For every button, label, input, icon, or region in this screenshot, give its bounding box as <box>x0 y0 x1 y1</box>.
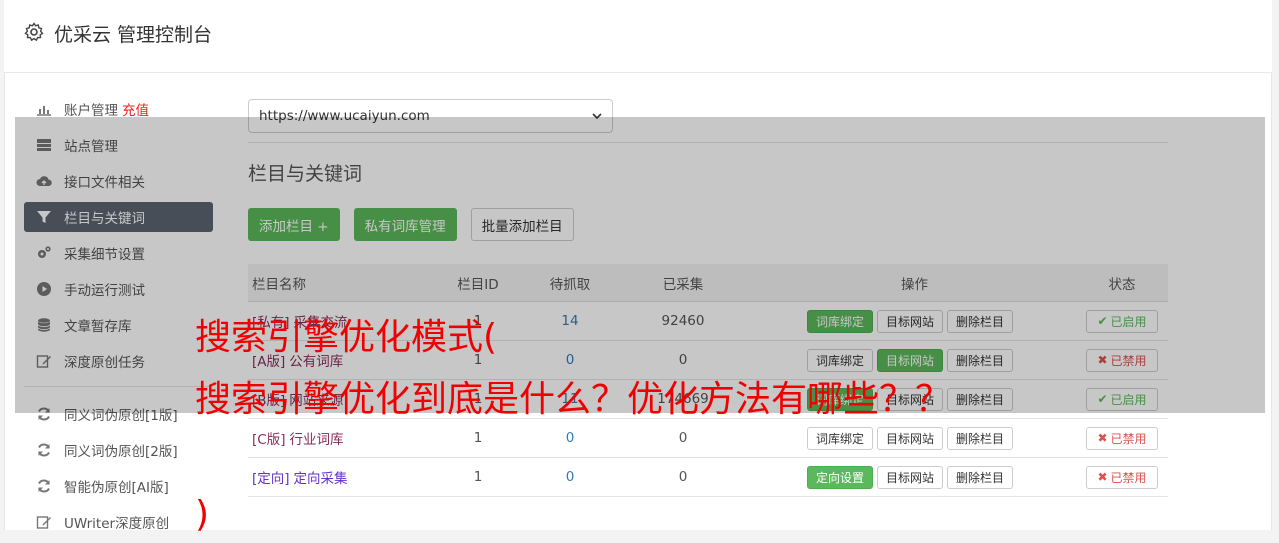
status-label: 已禁用 <box>1110 431 1147 446</box>
row-pending[interactable]: 0 <box>530 458 610 496</box>
row-collected: 0 <box>678 469 688 485</box>
recharge-link[interactable]: 充值 <box>122 99 149 119</box>
overlay-headline-line2: 搜索引擎优化到底是什么？优化方法有哪些？？ <box>195 379 952 420</box>
row-id: 1 <box>473 430 483 446</box>
target-site-button[interactable]: 目标网站 <box>877 465 944 489</box>
lexicon-bind-button[interactable]: 词库绑定 <box>807 426 874 450</box>
status-toggle[interactable]: ✖ 已禁用 <box>1086 426 1158 450</box>
edit-icon <box>36 514 52 530</box>
sidebar-item-label: 智能伪原创[AI版] <box>64 480 169 496</box>
cross-icon: ✖ <box>1097 470 1108 484</box>
sidebar-item-label: 同义词伪原创[2版] <box>64 444 178 460</box>
row-actions: 词库绑定 目标网站 删除栏目 <box>807 419 1022 457</box>
table-row: [C版] 行业词库 1 0 0 词库绑定 目标网站 删除栏目 ✖ 已禁用 <box>248 419 1168 458</box>
row-status-cell: ✖ 已禁用 <box>1084 419 1160 457</box>
sidebar-item-uwriter[interactable]: UWriter深度原创 <box>24 507 213 537</box>
table-row: [定向] 定向采集 1 0 0 定向设置 目标网站 删除栏目 ✖ 已禁用 <box>248 458 1168 497</box>
row-status-cell: ✖ 已禁用 <box>1084 458 1160 496</box>
status-toggle[interactable]: ✖ 已禁用 <box>1086 465 1158 489</box>
refresh-icon <box>36 478 52 494</box>
app-header: 优采云 管理控制台 <box>4 0 1272 73</box>
row-name: 行业词库 <box>289 432 344 448</box>
bar-chart-icon <box>36 101 52 117</box>
cross-icon: ✖ <box>1097 431 1108 445</box>
sidebar-item-ai-rewrite[interactable]: 智能伪原创[AI版] <box>24 471 213 501</box>
delete-column-button[interactable]: 删除栏目 <box>947 465 1014 489</box>
row-collected: 0 <box>678 430 688 446</box>
dim-overlay <box>15 117 1265 413</box>
refresh-icon <box>36 442 52 458</box>
target-site-button[interactable]: 目标网站 <box>877 426 944 450</box>
delete-column-button[interactable]: 删除栏目 <box>947 426 1014 450</box>
overlay-headline-line3: ) <box>195 494 210 535</box>
row-tag: [C版] <box>252 432 286 448</box>
overlay-headline-line1: 搜索引擎优化模式( <box>195 317 498 358</box>
sidebar-item-label: UWriter深度原创 <box>64 516 170 532</box>
sidebar-item-label: 账户管理 <box>64 103 118 119</box>
status-label: 已禁用 <box>1110 470 1147 485</box>
row-name-cell[interactable]: [定向] 定向采集 <box>252 458 348 496</box>
sidebar-item-synonym-v2[interactable]: 同义词伪原创[2版] <box>24 435 213 465</box>
row-tag: [定向] <box>252 471 290 487</box>
app-title: 优采云 管理控制台 <box>54 24 213 46</box>
row-id: 1 <box>473 469 483 485</box>
directed-settings-button[interactable]: 定向设置 <box>807 465 874 489</box>
row-pending[interactable]: 0 <box>530 419 610 457</box>
gear-icon <box>24 22 44 42</box>
row-name-cell[interactable]: [C版] 行业词库 <box>252 419 343 457</box>
row-actions: 定向设置 目标网站 删除栏目 <box>807 458 1022 496</box>
row-name: 定向采集 <box>293 471 348 487</box>
